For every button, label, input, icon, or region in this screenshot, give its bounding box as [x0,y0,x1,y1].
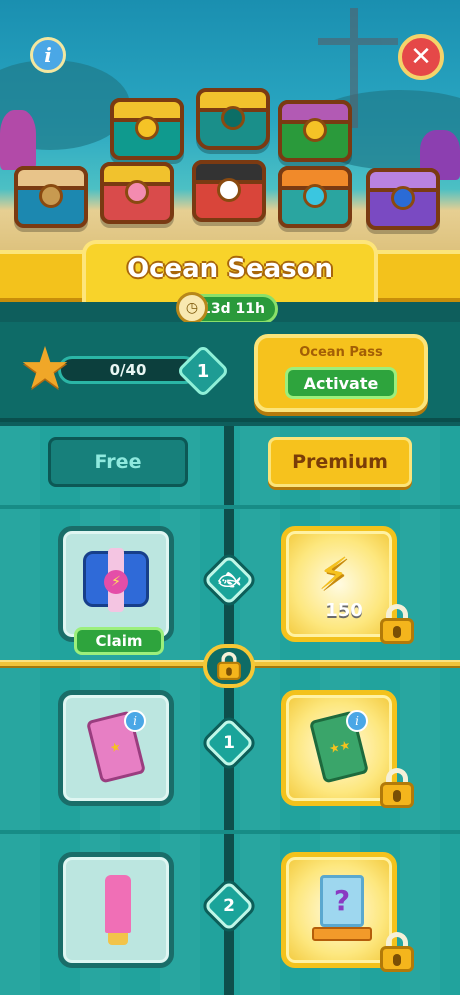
progress-bar: 0/40 [58,356,198,384]
info-icon[interactable]: i [30,37,66,73]
lock-icon [217,652,241,680]
row-separator [0,505,460,509]
season-scene [0,0,460,270]
chest-octopus [278,100,352,162]
level-marker-label: 2 [223,896,235,916]
premium-track-header: Premium [268,437,412,487]
claim-button[interactable]: Claim [74,627,164,655]
box-pedestal [312,927,372,941]
ocean-pass-label: Ocean Pass [299,345,383,360]
free-reward-card[interactable]: ★ [58,690,174,806]
activate-button[interactable]: Activate [285,367,397,399]
chest-helm [196,88,270,150]
row-separator [0,830,460,834]
tube-icon [105,875,131,945]
chest-wheel [14,166,88,228]
level-marker-label: 1 [223,733,235,753]
info-icon[interactable]: i [124,710,146,732]
chest-crab [192,160,266,222]
reward-amount: 150 [325,600,363,621]
starfish-icon: ★ [19,334,71,402]
lock-icon [380,604,414,644]
mystery-box-icon: ? [320,875,364,927]
chest-gem [278,166,352,228]
free-track-header: Free [48,437,188,487]
chest-anchor [366,168,440,230]
free-reward-card[interactable] [58,852,174,968]
track-lock [203,644,255,688]
clock-icon: ◷ [176,292,208,324]
info-icon[interactable]: i [346,710,368,732]
free-reward-card[interactable]: ⚡ [58,526,174,642]
lightning-bolts-icon: ⚡ [318,549,349,600]
chest-teal [110,98,184,160]
level-number: 1 [196,360,210,382]
lightning-chest-icon: ⚡ [83,548,149,612]
chest-starfish [100,162,174,224]
page-title: Ocean Season [126,254,333,284]
coral-left [0,110,36,170]
lock-icon [380,768,414,808]
fish-icon: 🐟︎ [217,569,241,591]
close-button[interactable]: ✕ [398,34,444,80]
lock-icon [380,932,414,972]
